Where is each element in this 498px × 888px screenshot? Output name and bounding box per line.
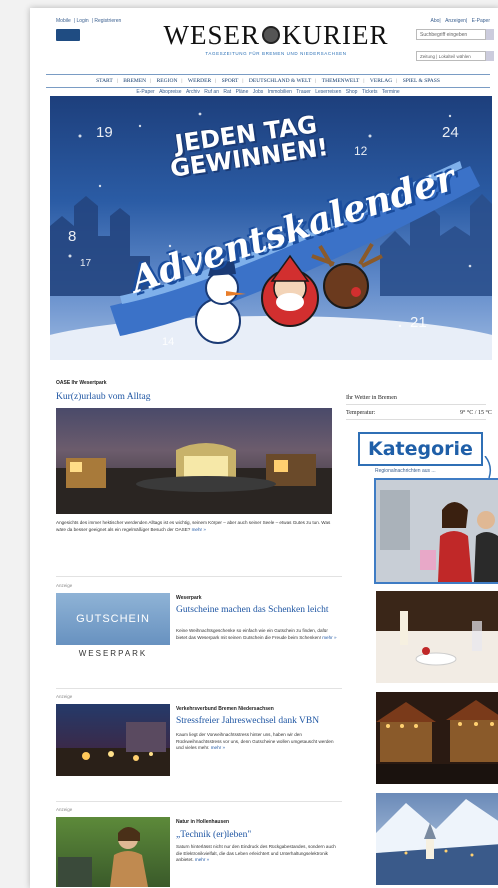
subnav-item[interactable]: Jobs (253, 89, 264, 95)
calendar-number: 21 (410, 314, 427, 331)
subnav-item[interactable]: Tickets (362, 89, 378, 95)
more-link[interactable]: mehr » (192, 527, 206, 532)
article-kicker: OASE Ihr Wesertpark (56, 380, 107, 386)
advent-calendar-banner[interactable]: JEDEN TAG GEWINNEN! Adventskalender 19 1… (50, 96, 492, 360)
voucher-image[interactable]: GUTSCHEIN WESERPARK (56, 593, 170, 663)
more-link[interactable]: mehr » (322, 635, 336, 640)
subnav-item[interactable]: Archiv (186, 89, 200, 95)
nav-sport[interactable]: SPORT (222, 78, 239, 84)
page: Mobile | Login | Registrieren Abo| Anzeige… (30, 8, 498, 888)
subnav-item[interactable]: E-Paper (136, 89, 154, 95)
tagline: TAGESZEITUNG FÜR BREMEN UND NIEDERSACHSE… (205, 51, 347, 56)
divider (56, 576, 342, 577)
select-go-button[interactable] (486, 51, 494, 61)
subnav-item[interactable]: Leserreisen (315, 89, 341, 95)
nav-start[interactable]: START (96, 78, 113, 84)
category-image-market[interactable] (376, 692, 498, 784)
article-image-vbn[interactable] (56, 704, 170, 776)
subnav-item[interactable]: Ruf an (204, 89, 219, 95)
divider (56, 801, 342, 802)
weather-label: Temperatur: (346, 410, 376, 416)
article-title[interactable]: Gutscheine machen das Schenken leicht (176, 605, 336, 615)
subnav-item[interactable]: Pläne (236, 89, 249, 95)
article-teaser: Saturn hinterlässt nicht nur den Eindruc… (176, 844, 336, 862)
article-teaser: Keine Weihnachtsgeschenke so einfach wie… (176, 628, 337, 640)
snowy-village-photo (376, 799, 498, 885)
divider (346, 404, 486, 405)
nav-deutschland-welt[interactable]: DEUTSCHLAND & WELT (249, 78, 311, 84)
link-mobile[interactable]: Mobile (56, 18, 71, 24)
category-callout: Kategorie (358, 432, 483, 466)
divider (346, 419, 486, 420)
ad-label: Anzeige (56, 694, 73, 699)
link-epaper[interactable]: E-Paper (472, 18, 490, 24)
link-abo[interactable]: Abo (430, 18, 439, 24)
masthead-title: WESER KURIER (163, 20, 389, 50)
christmas-market-photo (376, 692, 498, 784)
subnav-item[interactable]: Rat (223, 89, 231, 95)
article-image-technik[interactable] (56, 817, 170, 887)
main-nav: START | BREMEN | REGION | WERDER | SPORT | DE… (46, 74, 490, 88)
top-links: Mobile | Login | Registrieren (56, 18, 122, 24)
nav-bremen[interactable]: BREMEN (123, 78, 146, 84)
nav-spiel-spass[interactable]: SPIEL & SPASS (403, 78, 440, 84)
voucher-label: GUTSCHEIN (76, 613, 150, 625)
category-image-village[interactable] (376, 793, 498, 885)
link-register[interactable]: Registrieren (94, 18, 121, 24)
voucher-brand: WESERPARK (56, 645, 170, 663)
divider (56, 688, 342, 689)
article-kicker: Natur in Hollenhausen (176, 819, 230, 825)
link-login[interactable]: Login (76, 18, 88, 24)
woman-photo (58, 827, 148, 887)
article-teaser: Angesichts des immer hektischer werdende… (56, 520, 331, 532)
spa-photo (56, 443, 332, 514)
more-link[interactable]: mehr » (211, 745, 225, 750)
article-title[interactable]: Stressfreier Jahreswechsel dank VBN (176, 716, 346, 726)
right-links: Abo| Anzeigen| E-Paper (430, 18, 490, 24)
subnav-item[interactable]: Shop (346, 89, 358, 95)
calendar-number: 12 (354, 144, 368, 158)
calendar-number: 14 (162, 336, 175, 348)
calendar-number: 8 (68, 228, 77, 245)
nav-verlag[interactable]: VERLAG (370, 78, 392, 84)
article-title[interactable]: „Technik (er)leben" (176, 830, 336, 840)
calendar-number: 24 (442, 124, 459, 141)
subnav-item[interactable]: Immobilien (268, 89, 292, 95)
masthead[interactable]: WESER KURIER TAGESZEITUNG FÜR BREMEN UND … (156, 20, 396, 57)
article-kicker: Weserpark (176, 595, 202, 601)
nav-region[interactable]: REGION (157, 78, 178, 84)
article-title[interactable]: Kur(z)urlaub vom Alltag (56, 392, 150, 402)
ad-label: Anzeige (56, 807, 73, 812)
nav-themenwelt[interactable]: THEMENWELT (322, 78, 360, 84)
link-anzeigen[interactable]: Anzeigen (445, 18, 466, 24)
more-link[interactable]: mehr » (195, 857, 209, 862)
search-input[interactable]: Suchbegriff eingeben (416, 29, 486, 40)
article-kicker: Verkehrsverbund Bremen Niedersachsen (176, 706, 274, 712)
shopping-couple-photo (376, 480, 498, 582)
weather-value: 9° °C / 15 °C (460, 410, 492, 416)
weather-heading: Ihr Wetter in Bremen (346, 395, 397, 401)
edition-select[interactable]: Zeitung | Lokalteil wählen (416, 51, 486, 61)
nav-werder[interactable]: WERDER (188, 78, 211, 84)
ad-label: Anzeige (56, 583, 73, 588)
night-square-photo (56, 722, 170, 776)
app-badge-icon[interactable] (56, 29, 80, 41)
article-teaser: Kaum liegt der Vorweihnachtsstress hinte… (176, 732, 334, 750)
category-image-shopping[interactable] (374, 478, 498, 584)
category-sub-link[interactable]: Regionalnachrichten aus ... (375, 468, 436, 474)
subnav-item[interactable]: Termine (382, 89, 400, 95)
subnav-item[interactable]: Trauer (296, 89, 311, 95)
search-button[interactable] (486, 29, 494, 40)
calendar-number: 19 (96, 124, 113, 141)
compass-rose-icon (262, 25, 280, 44)
callout-arrow-icon (484, 456, 492, 478)
subnav-item[interactable]: Abopreise (159, 89, 182, 95)
calendar-number: 17 (80, 258, 92, 269)
sub-nav: E-Paper Abopreise Archiv Ruf an Rat Plän… (46, 89, 490, 95)
category-image-dinner[interactable] (376, 591, 498, 683)
article-image-oase[interactable] (56, 408, 332, 514)
festive-table-photo (376, 591, 498, 683)
